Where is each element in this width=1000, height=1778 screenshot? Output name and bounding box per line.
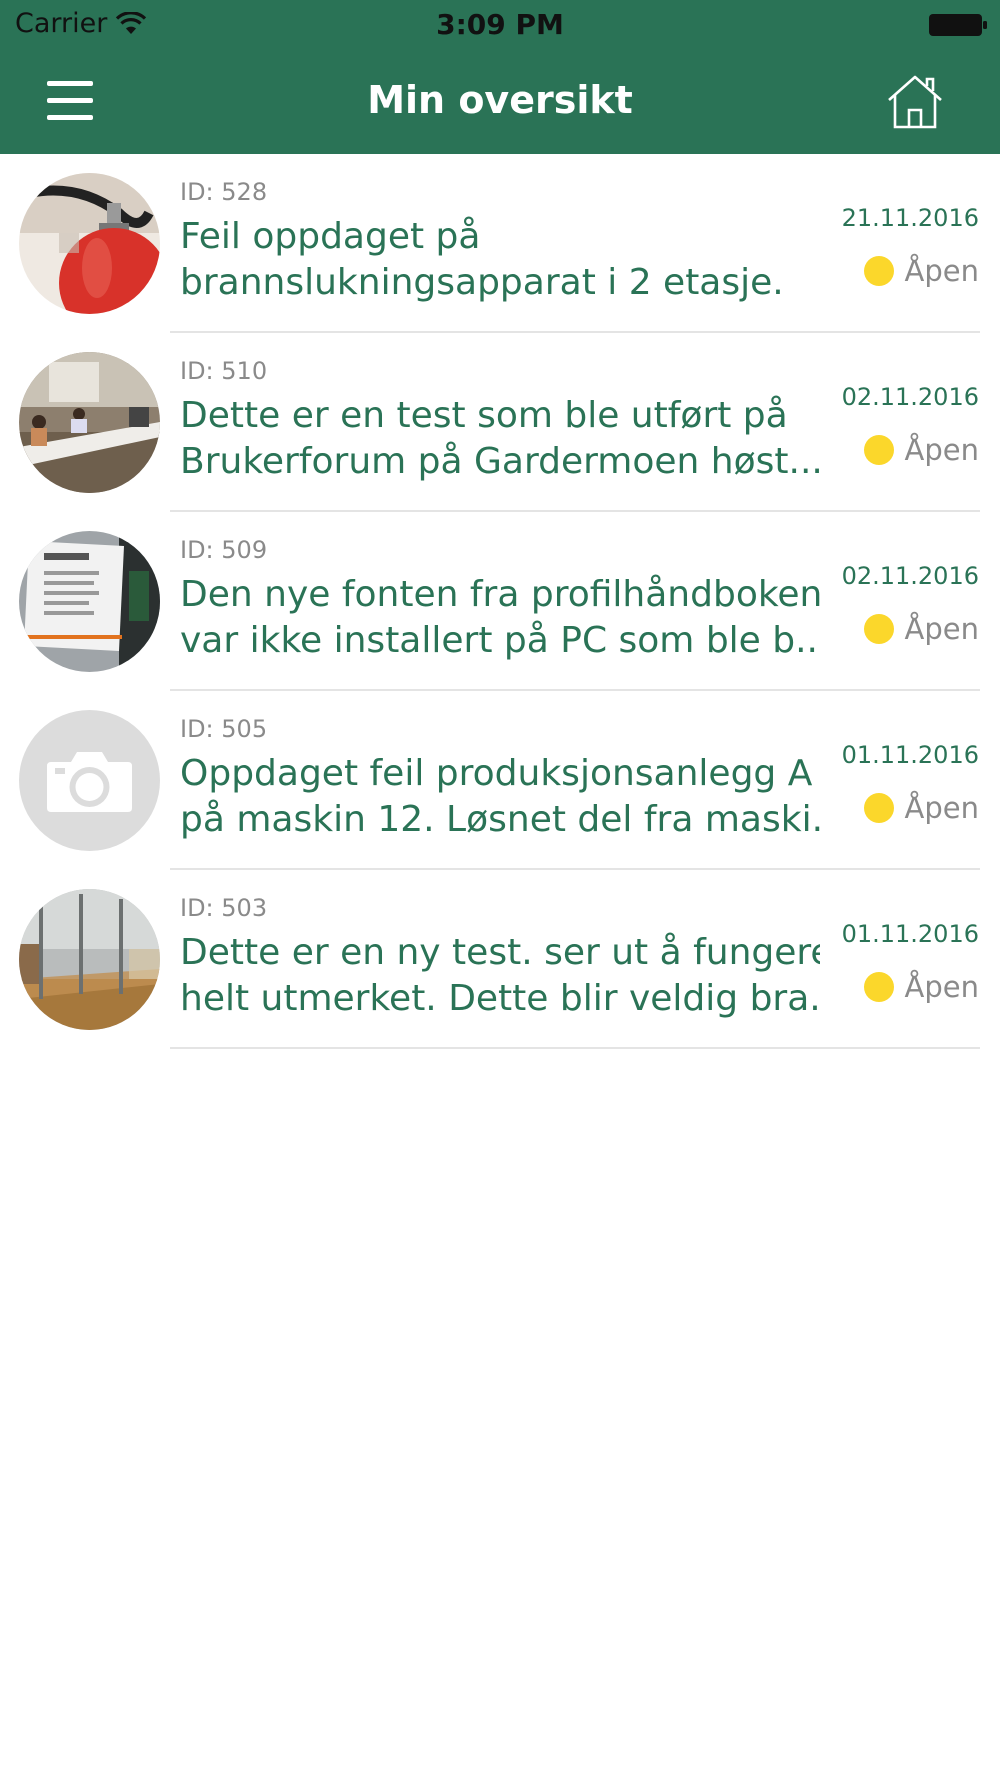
item-description: Dette er en test som ble utført på Bruke… — [180, 393, 820, 485]
item-id: ID: 509 — [180, 536, 268, 564]
list-item[interactable]: ID: 528 Feil oppdaget på brannslukningsa… — [0, 154, 1000, 333]
item-description-line: Dette er en test som ble utført på — [180, 395, 788, 436]
item-id: ID: 505 — [180, 715, 268, 743]
item-description-line: brannslukningsapparat i 2 etasje. — [180, 262, 784, 303]
status-label: Åpen — [904, 970, 979, 1004]
status-dot-icon — [863, 793, 894, 823]
item-description: Feil oppdaget på brannslukningsapparat i… — [180, 214, 820, 306]
list-item[interactable]: ID: 505 Oppdaget feil produksjonsanlegg … — [0, 691, 1000, 870]
item-date: 02.11.2016 — [841, 562, 979, 590]
status-badge: Åpen — [863, 970, 979, 1004]
status-label: Åpen — [904, 433, 979, 467]
top-bar: Carrier 3:09 PM Min oversikt — [0, 0, 1000, 154]
item-description: Den nye fonten fra profilhåndboken var i… — [180, 572, 820, 664]
list-item[interactable]: ID: 503 Dette er en ny test. ser ut å fu… — [0, 870, 1000, 1049]
status-label: Åpen — [904, 254, 979, 288]
fire-extinguisher-thumbnail — [19, 173, 160, 314]
camera-placeholder-thumbnail — [19, 710, 160, 851]
item-date: 01.11.2016 — [841, 920, 979, 948]
status-dot-icon — [863, 972, 894, 1002]
divider — [170, 1047, 980, 1049]
item-description-line: Dette er en ny test. ser ut å fungere — [180, 932, 820, 973]
glass-wall-thumbnail — [19, 889, 160, 1030]
status-badge: Åpen — [863, 254, 979, 288]
status-dot-icon — [863, 614, 894, 644]
status-dot-icon — [863, 256, 894, 286]
app-screen: Carrier 3:09 PM Min oversikt ID: 528 Fei… — [0, 0, 1000, 1778]
list-item[interactable]: ID: 510 Dette er en test som ble utført … — [0, 333, 1000, 512]
item-description-line: på maskin 12. Løsnet del fra maski... — [180, 799, 820, 840]
status-dot-icon — [863, 435, 894, 465]
item-description-line: var ikke installert på PC som ble b... — [180, 620, 820, 661]
status-label: Åpen — [904, 791, 979, 825]
presentation-screen-thumbnail — [19, 531, 160, 672]
case-list: ID: 528 Feil oppdaget på brannslukningsa… — [0, 154, 1000, 1049]
item-date: 02.11.2016 — [841, 383, 979, 411]
navigation-bar: Min oversikt — [0, 50, 1000, 154]
item-description: Dette er en ny test. ser ut å fungere he… — [180, 930, 820, 1022]
page-title: Min oversikt — [367, 78, 633, 122]
status-label: Åpen — [904, 612, 979, 646]
item-description-line: Brukerforum på Gardermoen høst... — [180, 441, 820, 482]
item-id: ID: 503 — [180, 894, 268, 922]
status-bar: Carrier 3:09 PM — [0, 0, 1000, 50]
meeting-room-thumbnail — [19, 352, 160, 493]
status-badge: Åpen — [863, 612, 979, 646]
camera-icon — [19, 710, 160, 851]
item-description: Oppdaget feil produksjonsanlegg A på mas… — [180, 751, 820, 843]
clock: 3:09 PM — [436, 8, 564, 41]
item-id: ID: 528 — [180, 178, 268, 206]
item-date: 01.11.2016 — [841, 741, 979, 769]
list-item[interactable]: ID: 509 Den nye fonten fra profilhåndbok… — [0, 512, 1000, 691]
battery-icon — [929, 14, 987, 36]
item-date: 21.11.2016 — [841, 204, 979, 232]
item-description-line: Oppdaget feil produksjonsanlegg A — [180, 753, 813, 794]
status-badge: Åpen — [863, 791, 979, 825]
home-icon[interactable] — [885, 72, 945, 132]
item-description-line: helt utmerket. Dette blir veldig bra. — [180, 978, 820, 1019]
item-id: ID: 510 — [180, 357, 268, 385]
status-badge: Åpen — [863, 433, 979, 467]
item-description-line: Den nye fonten fra profilhåndboken — [180, 574, 820, 615]
item-description-line: Feil oppdaget på — [180, 216, 481, 257]
